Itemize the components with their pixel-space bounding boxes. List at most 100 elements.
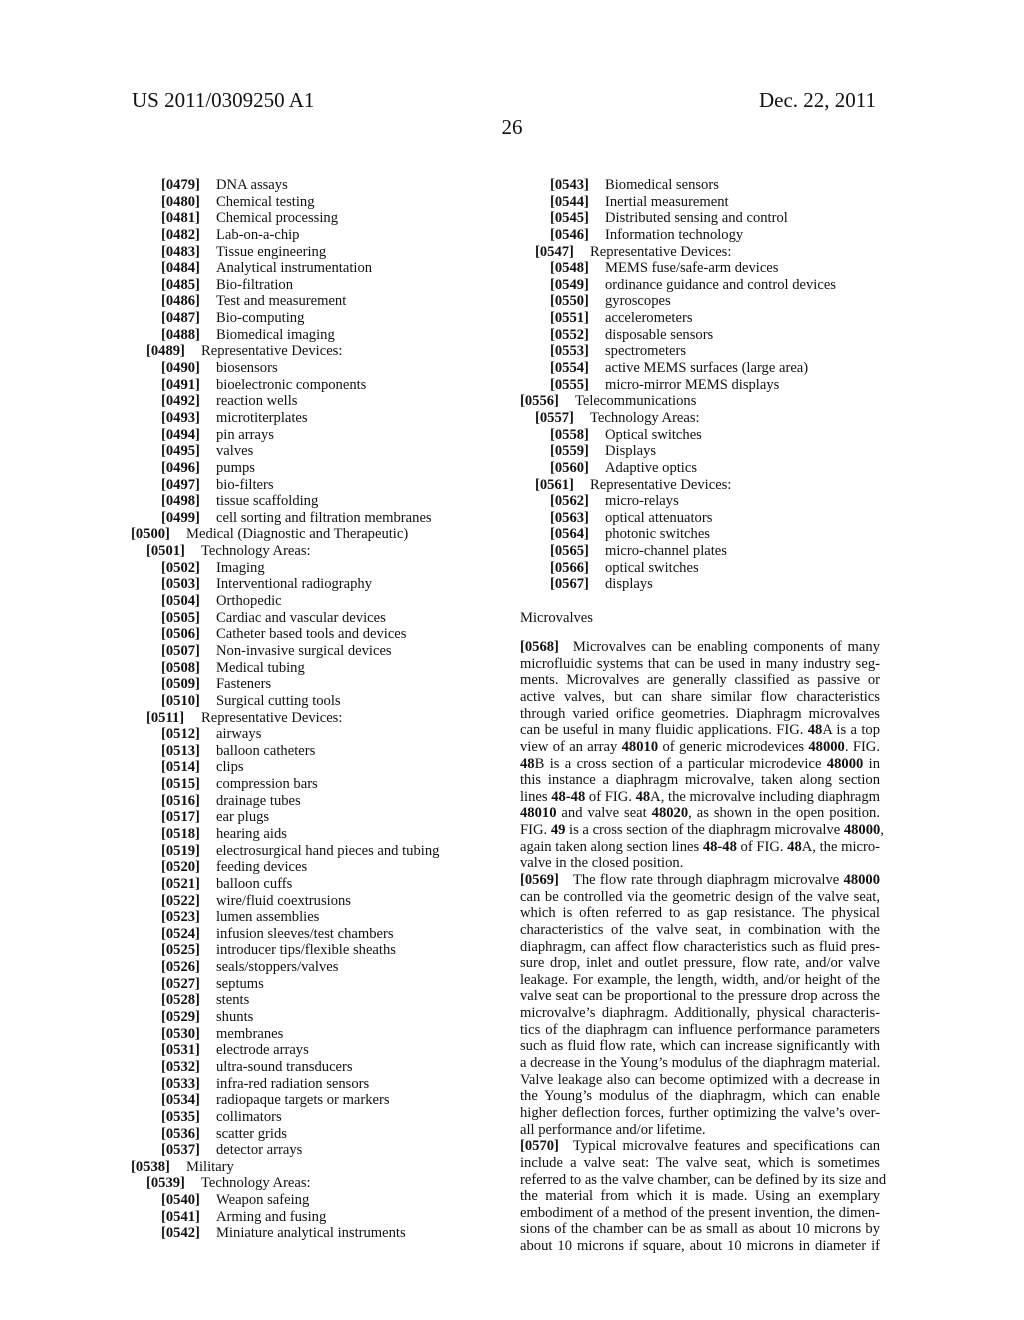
list-item: [0551] accelerometers: [520, 310, 880, 327]
paragraph-line: tics of the diaphragm can influence perf…: [520, 1021, 880, 1038]
list-item-text: Medical tubing: [216, 659, 305, 676]
list-item: [0514] clips: [131, 759, 491, 776]
list-item-text: Orthopedic: [216, 593, 282, 610]
list-item-text: Military: [186, 1158, 234, 1175]
paragraph-number: [0514]: [161, 759, 200, 776]
paragraph-number: [0529]: [161, 1009, 200, 1026]
list-item: [0520] feeding devices: [131, 859, 491, 876]
paragraph-number: [0568]: [520, 639, 559, 656]
paragraph-line: valve in the closed position.: [520, 855, 684, 872]
paragraph-number: [0554]: [550, 360, 589, 377]
list-item: [0512] airways: [131, 726, 491, 743]
paragraph-line: embodiment of a method of the present in…: [520, 1204, 880, 1221]
paragraph-line: Valve leakage also can become optimized …: [520, 1071, 880, 1088]
paragraph-number: [0505]: [161, 609, 200, 626]
paragraph-number: [0483]: [161, 243, 200, 260]
list-item-text: Medical (Diagnostic and Therapeutic): [186, 526, 409, 543]
list-item-text: scatter grids: [216, 1125, 287, 1142]
paragraph-line: microvalve’s diaphragm. Additionally, ph…: [520, 1005, 880, 1022]
list-item-text: micro-mirror MEMS displays: [605, 376, 780, 393]
paragraph-line: 48010 and valve seat 48020, as shown in …: [520, 805, 880, 822]
paragraph-line: referred to as the valve chamber, can be…: [520, 1171, 887, 1188]
paragraph-line: diaphragm, can affect flow characteristi…: [520, 938, 880, 955]
paragraph-line: ments. Microvalves are generally classif…: [520, 672, 880, 689]
list-item: [0496] pumps: [131, 460, 491, 477]
paragraph-number: [0502]: [161, 559, 200, 576]
paragraph-number: [0534]: [161, 1092, 200, 1109]
list-item-text: radiopaque targets or markers: [216, 1092, 390, 1109]
paragraph-line: 48B is a cross section of a particular m…: [520, 755, 880, 772]
list-item-text: lumen assemblies: [216, 909, 320, 926]
list-item-text: Displays: [605, 443, 657, 460]
list-item-text: detector arrays: [216, 1142, 303, 1159]
paragraph-number: [0499]: [161, 509, 200, 526]
paragraph-line: sions of the chamber can be as small as …: [520, 1221, 880, 1238]
list-item-text: Cardiac and vascular devices: [216, 609, 386, 626]
paragraph-number: [0523]: [161, 909, 200, 926]
list-item: [0545] Distributed sensing and control: [520, 210, 880, 227]
paragraph-number: [0540]: [161, 1192, 200, 1209]
list-item-text: pin arrays: [216, 426, 274, 443]
list-item: [0562] micro-relays: [520, 493, 880, 510]
paragraph-number: [0496]: [161, 459, 200, 476]
paragraph-line: sure drop, inlet and outlet pressure, fl…: [520, 955, 880, 972]
paragraph-number: [0530]: [161, 1025, 200, 1042]
list-item: [0482] Lab-on-a-chip: [131, 227, 491, 244]
paragraph-number: [0532]: [161, 1058, 200, 1075]
list-item-text: Interventional radiography: [216, 576, 373, 593]
paragraph-number: [0555]: [550, 376, 589, 393]
paragraph-number: [0544]: [550, 193, 589, 210]
list-item-text: biosensors: [216, 360, 278, 377]
paragraph-line: view of an array 48010 of generic microd…: [520, 738, 880, 755]
list-item-text: micro-relays: [605, 493, 679, 510]
list-item: [0532] ultra-sound transducers: [131, 1059, 491, 1076]
list-item-text: Biomedical sensors: [605, 177, 719, 193]
list-item: [0485] Bio-filtration: [131, 277, 491, 294]
list-item-text: Representative Devices:: [590, 476, 732, 493]
paragraph-number: [0500]: [131, 526, 170, 543]
paragraph-line: this instance a diaphragm microvalve, ta…: [520, 772, 880, 789]
list-item: [0542] Miniature analytical instruments: [131, 1225, 491, 1242]
list-item-text: Distributed sensing and control: [605, 210, 788, 227]
list-item: [0557] Technology Areas:: [520, 410, 880, 427]
paragraph-line: include a valve seat: The valve seat, wh…: [520, 1154, 880, 1171]
paragraph-number: [0488]: [161, 326, 200, 343]
paragraph-number: [0557]: [535, 409, 574, 426]
list-item-text: balloon catheters: [216, 742, 316, 759]
list-item: [0483] Tissue engineering: [131, 244, 491, 261]
list-item: [0480] Chemical testing: [131, 194, 491, 211]
paragraph-line: such as fluid flow rate, which can incre…: [520, 1038, 880, 1055]
list-item-text: valves: [216, 443, 254, 460]
paragraph-number: [0535]: [161, 1108, 200, 1125]
list-item: [0499] cell sorting and filtration membra…: [131, 510, 491, 527]
paragraph-line: through varied orifice geometries. Diaph…: [520, 705, 880, 722]
paragraph-number: [0541]: [161, 1208, 200, 1225]
list-item: [0489] Representative Devices:: [131, 343, 491, 360]
paragraph-number: [0501]: [146, 543, 185, 560]
list-item: [0530] membranes: [131, 1026, 491, 1043]
list-item-text: Adaptive optics: [605, 459, 698, 476]
list-item-text: Test and measurement: [216, 293, 347, 310]
list-item: [0513] balloon catheters: [131, 743, 491, 760]
paragraph-number: [0547]: [535, 243, 574, 260]
paragraph-number: [0558]: [550, 426, 589, 443]
paragraph-number: [0564]: [550, 526, 589, 543]
paragraph-line: the Young’s modulus of the diaphragm, wh…: [520, 1088, 880, 1105]
paragraph-number: [0560]: [550, 459, 589, 476]
paragraph-number: [0513]: [161, 742, 200, 759]
list-item: [0548] MEMS fuse/safe-arm devices: [520, 260, 880, 277]
list-item: [0531] electrode arrays: [131, 1042, 491, 1059]
paragraph-number: [0507]: [161, 642, 200, 659]
list-item: [0491] bioelectronic components: [131, 377, 491, 394]
paragraph-number: [0561]: [535, 476, 574, 493]
list-item: [0529] shunts: [131, 1009, 491, 1026]
paragraph-number: [0517]: [161, 809, 200, 826]
list-item-text: active MEMS surfaces (large area): [605, 360, 809, 377]
paragraph-number: [0509]: [161, 676, 200, 693]
body-paragraph: [0568] Microvalves can be enabling compon…: [520, 639, 884, 872]
paragraph-number: [0521]: [161, 875, 200, 892]
list-item-text: Catheter based tools and devices: [216, 626, 407, 643]
paragraph-number: [0548]: [550, 260, 589, 277]
list-item-text: balloon cuffs: [216, 875, 293, 892]
publication-number: US 2011/0309250 A1: [132, 88, 315, 112]
